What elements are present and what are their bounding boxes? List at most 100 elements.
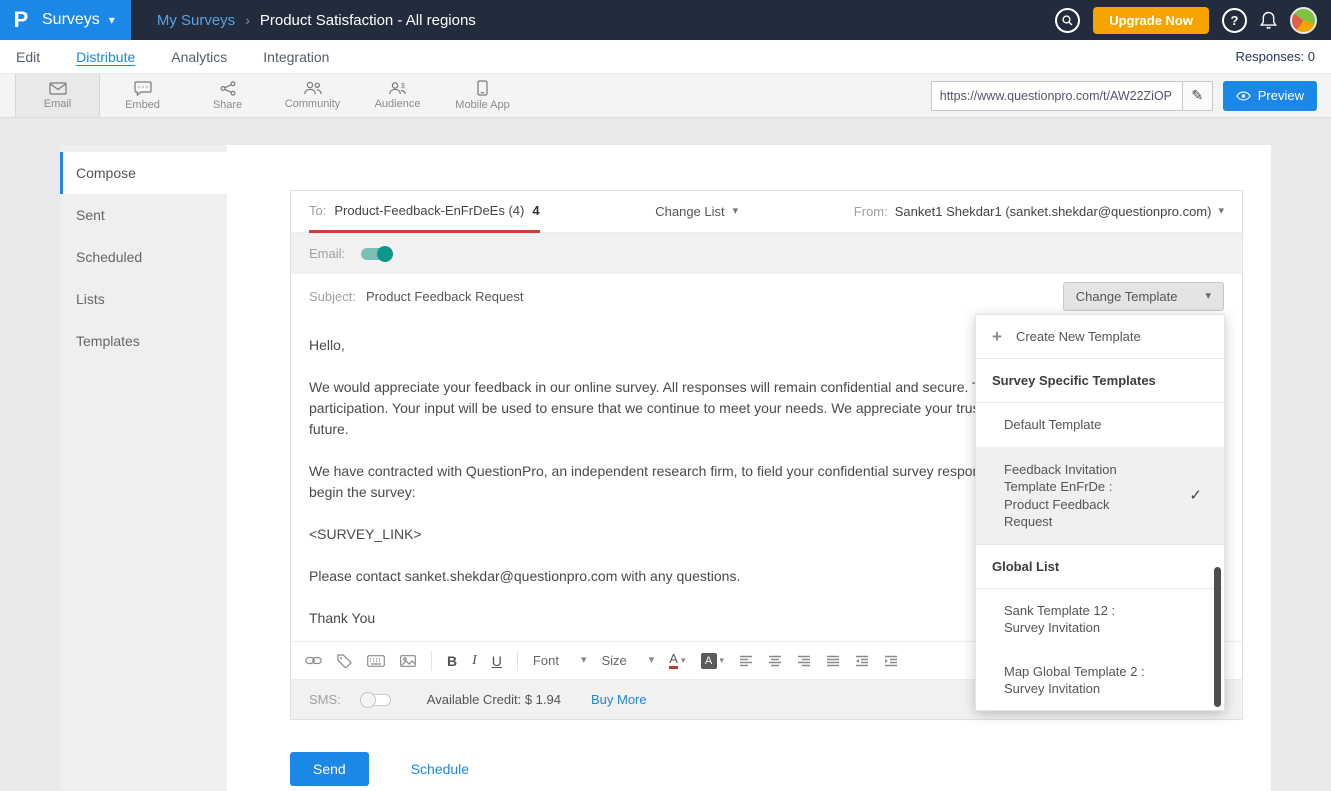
distribute-channel-bar: Email Embed Share Community $ Audienc <box>0 74 1331 118</box>
text-color-button[interactable]: A ▾ <box>669 652 685 669</box>
channel-share[interactable]: Share <box>185 74 270 117</box>
outdent-icon <box>855 655 869 667</box>
keyboard-button[interactable] <box>367 655 385 667</box>
highlight-color-button[interactable]: A ▾ <box>701 653 725 669</box>
envelope-icon <box>49 82 67 95</box>
breadcrumb-my-surveys[interactable]: My Surveys <box>157 12 235 29</box>
survey-url-box: ✎ <box>931 81 1213 111</box>
template-item-feedback-invitation[interactable]: Feedback Invitation Template EnFrDe : Pr… <box>976 448 1224 545</box>
change-template-button[interactable]: Change Template ▾ <box>1063 282 1224 311</box>
align-justify-button[interactable] <box>826 655 840 667</box>
template-item-label: Sank Template 12 : Survey Invitation <box>1004 602 1154 637</box>
sidebar-item-scheduled[interactable]: Scheduled <box>60 236 227 278</box>
subject-value: Product Feedback Request <box>366 289 524 304</box>
align-left-button[interactable] <box>739 655 753 667</box>
sms-toggle[interactable] <box>361 694 391 706</box>
edit-url-button[interactable]: ✎ <box>1182 82 1212 110</box>
sidebar-item-templates[interactable]: Templates <box>60 320 227 362</box>
buy-more-link[interactable]: Buy More <box>591 692 647 707</box>
tab-distribute[interactable]: Distribute <box>76 49 135 65</box>
help-button[interactable]: ? <box>1222 8 1247 33</box>
email-toggle[interactable] <box>361 248 391 260</box>
from-selector[interactable]: From: Sanket1 Shekdar1 (sanket.shekdar@q… <box>854 204 1224 219</box>
send-button[interactable]: Send <box>290 752 369 786</box>
link-icon <box>305 655 322 666</box>
notifications-button[interactable] <box>1260 11 1277 30</box>
outdent-button[interactable] <box>855 655 869 667</box>
chevron-down-icon: ▾ <box>1205 291 1211 302</box>
merge-tag-button[interactable] <box>337 654 352 668</box>
template-item-label: Map Global Template 2 : Survey Invitatio… <box>1004 663 1154 698</box>
top-navbar: P Surveys ▾ My Surveys › Product Satisfa… <box>0 0 1331 40</box>
breadcrumb: My Surveys › Product Satisfaction - All … <box>157 12 476 29</box>
questionpro-logo: P <box>0 0 42 40</box>
bold-button[interactable]: B <box>447 653 457 669</box>
channel-embed[interactable]: Embed <box>100 74 185 117</box>
email-toggle-label: Email: <box>309 246 345 261</box>
app-switcher[interactable]: P Surveys ▾ <box>0 0 131 40</box>
template-item-map-global-2[interactable]: Map Global Template 2 : Survey Invitatio… <box>976 650 1224 711</box>
sidebar-item-sent[interactable]: Sent <box>60 194 227 236</box>
template-item-default[interactable]: Default Template <box>976 403 1224 448</box>
chevron-down-icon: ▾ <box>720 655 725 666</box>
people-icon <box>303 81 323 95</box>
toolbar-divider <box>431 651 432 671</box>
tab-analytics[interactable]: Analytics <box>171 49 227 65</box>
template-item-label: Feedback Invitation Template EnFrDe : Pr… <box>1004 461 1154 531</box>
channel-label: Share <box>213 99 242 111</box>
align-right-icon <box>797 655 811 667</box>
italic-button[interactable]: I <box>472 653 477 669</box>
recipients-row: To: Product-Feedback-EnFrDeEs (4) 4 Chan… <box>291 191 1242 233</box>
align-justify-icon <box>826 655 840 667</box>
dropdown-scrollbar[interactable] <box>1214 567 1221 707</box>
subject-label: Subject: <box>309 289 356 304</box>
tab-integration[interactable]: Integration <box>263 49 329 65</box>
channel-mobile-app[interactable]: Mobile App <box>440 74 525 117</box>
tab-edit[interactable]: Edit <box>16 49 40 65</box>
search-button[interactable] <box>1055 8 1080 33</box>
align-center-button[interactable] <box>768 655 782 667</box>
audience-icon: $ <box>388 81 408 95</box>
channel-audience[interactable]: $ Audience <box>355 74 440 117</box>
preview-label: Preview <box>1258 88 1304 103</box>
indent-button[interactable] <box>884 655 898 667</box>
search-icon <box>1062 15 1073 26</box>
send-actions: Send Schedule <box>290 752 1243 786</box>
upgrade-now-button[interactable]: Upgrade Now <box>1093 7 1209 34</box>
insert-media-button[interactable] <box>400 655 416 667</box>
change-template-dropdown: + Create New Template Survey Specific Te… <box>975 314 1225 711</box>
template-item-label: Default Template <box>1004 416 1101 434</box>
to-label: To: <box>309 203 326 218</box>
survey-url-input[interactable] <box>932 89 1182 103</box>
schedule-link[interactable]: Schedule <box>411 761 469 777</box>
create-new-template-item[interactable]: + Create New Template <box>976 315 1224 359</box>
subject-field[interactable]: Subject: Product Feedback Request <box>309 289 524 304</box>
chevron-down-icon: ▾ <box>681 655 686 666</box>
channel-community[interactable]: Community <box>270 74 355 117</box>
chevron-down-icon: ▾ <box>1218 206 1224 217</box>
preview-button[interactable]: Preview <box>1223 81 1317 111</box>
subject-row: Subject: Product Feedback Request Change… <box>291 274 1242 319</box>
channel-label: Embed <box>125 99 160 111</box>
user-avatar[interactable] <box>1290 7 1317 34</box>
indent-icon <box>884 655 898 667</box>
toggle-knob <box>360 692 376 708</box>
page-title: Product Satisfaction - All regions <box>260 12 476 29</box>
survey-specific-templates-header: Survey Specific Templates <box>976 359 1224 403</box>
survey-tab-bar: Edit Distribute Analytics Integration Re… <box>0 40 1331 74</box>
to-recipient-count: 4 <box>532 203 539 218</box>
channel-email[interactable]: Email <box>15 74 100 117</box>
channel-label: Email <box>44 98 72 110</box>
underline-button[interactable]: U <box>492 653 502 669</box>
sidebar-item-compose[interactable]: Compose <box>60 152 227 194</box>
align-right-button[interactable] <box>797 655 811 667</box>
to-field[interactable]: To: Product-Feedback-EnFrDeEs (4) 4 <box>309 191 540 233</box>
template-item-sank-12[interactable]: Sank Template 12 : Survey Invitation <box>976 589 1224 650</box>
sidebar-item-lists[interactable]: Lists <box>60 278 227 320</box>
font-family-select[interactable]: Font ▾ <box>533 653 587 668</box>
size-select-label: Size <box>601 653 626 668</box>
email-toggle-row: Email: <box>291 233 1242 274</box>
insert-link-button[interactable] <box>305 655 322 666</box>
font-size-select[interactable]: Size ▾ <box>601 653 654 668</box>
change-list-button[interactable]: Change List ▾ <box>655 204 738 219</box>
